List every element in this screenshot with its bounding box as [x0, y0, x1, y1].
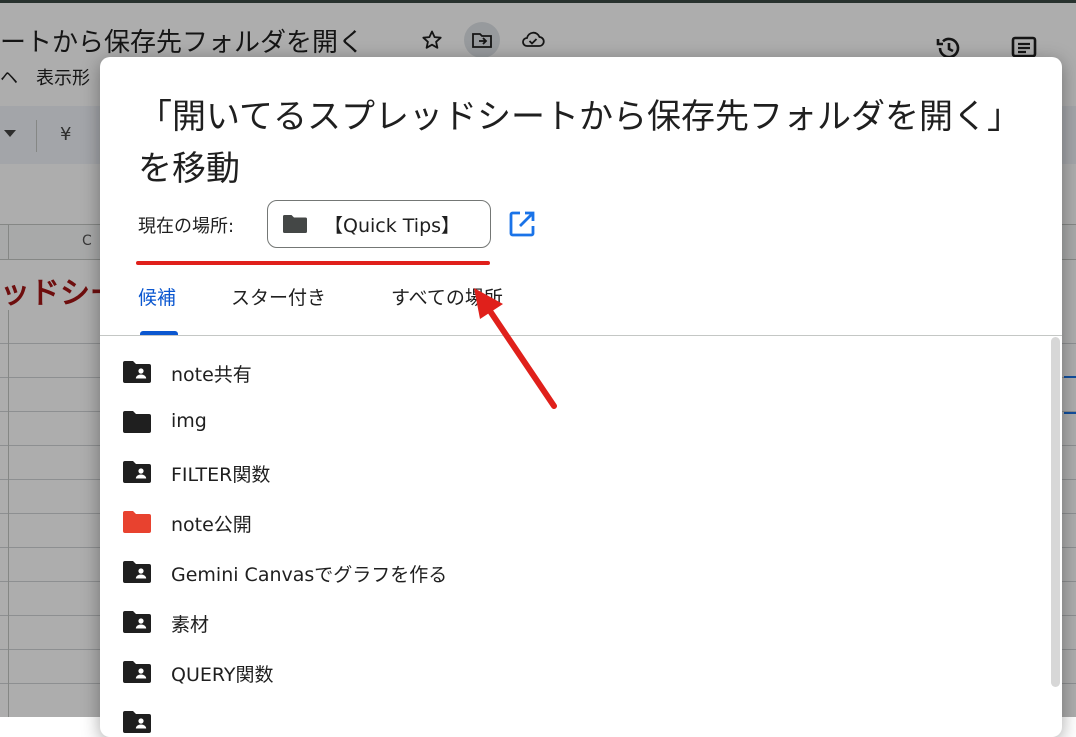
open-in-new-icon[interactable]: [504, 206, 540, 242]
folder-icon: [122, 510, 152, 534]
shared-folder-icon: [122, 460, 152, 484]
folder-list-item[interactable]: Gemini Canvasでグラフを作る: [100, 547, 1040, 597]
location-tabs: 候補 スター付き すべての場所: [100, 277, 1062, 336]
folder-name: FILTER関数: [171, 464, 271, 486]
current-location-label: 現在の場所:: [138, 216, 235, 237]
folder-list-item[interactable]: img: [100, 397, 1040, 447]
shared-folder-icon: [122, 360, 152, 384]
tab-all-locations[interactable]: すべての場所: [391, 283, 503, 310]
current-location-chip[interactable]: 【Quick Tips】: [267, 200, 491, 248]
folder-icon: [283, 215, 307, 233]
folder-list-item[interactable]: QUERY関数: [100, 647, 1040, 697]
folder-list-item[interactable]: note公開: [100, 497, 1040, 547]
current-location-value: 【Quick Tips】: [324, 214, 461, 237]
shared-folder-icon: [122, 660, 152, 684]
move-dialog: 「開いてるスプレッドシートから保存先フォルダを開く」を移動 現在の場所: 【Qu…: [100, 57, 1062, 737]
folder-name: img: [171, 410, 207, 432]
shared-folder-icon: [122, 560, 152, 584]
folder-list-item[interactable]: FILTER関数: [100, 447, 1040, 497]
shared-folder-icon: [122, 610, 152, 634]
folder-name: note公開: [171, 514, 252, 536]
folder-name: QUERY関数: [171, 664, 274, 686]
folder-list-item[interactable]: [100, 697, 1040, 737]
folder-name: 素材: [171, 614, 210, 636]
tab-suggested[interactable]: 候補: [138, 283, 176, 310]
active-tab-indicator: [140, 331, 178, 335]
folder-list-item[interactable]: 素材: [100, 597, 1040, 647]
folder-list-item[interactable]: note共有: [100, 347, 1040, 397]
annotation-underline: [136, 261, 490, 265]
dialog-title: 「開いてるスプレッドシートから保存先フォルダを開く」を移動: [138, 97, 1004, 189]
shared-folder-icon: [122, 710, 152, 734]
folder-name: note共有: [171, 364, 252, 386]
tab-starred[interactable]: スター付き: [231, 283, 326, 310]
folder-list-scrollbar[interactable]: [1051, 337, 1060, 687]
folder-name: Gemini Canvasでグラフを作る: [171, 564, 448, 586]
folder-icon: [122, 410, 152, 434]
